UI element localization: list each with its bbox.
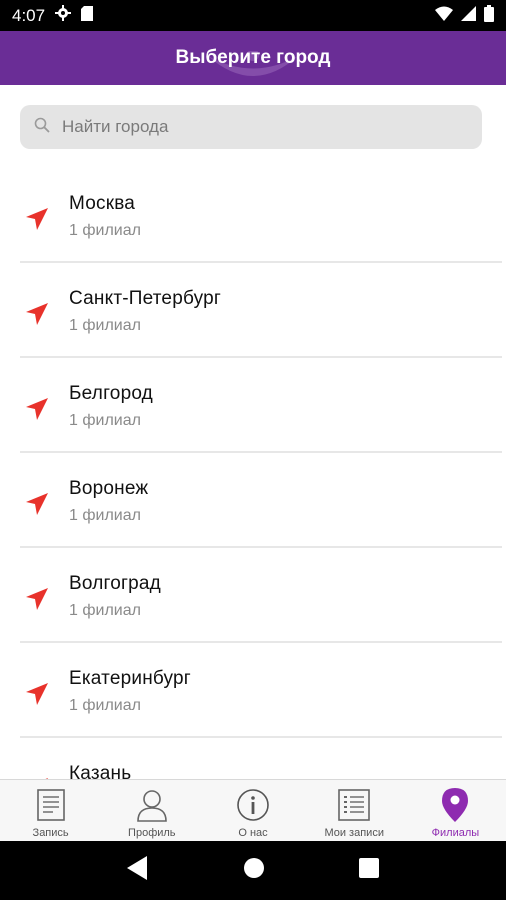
navigation-arrow-icon	[24, 586, 50, 617]
city-branch-count: 1 филиал	[69, 317, 141, 334]
tab-label: Филиалы	[431, 827, 480, 839]
status-bar: 4:07	[0, 0, 506, 31]
city-branch-count: 1 филиал	[69, 697, 141, 714]
city-name: Волгоград	[69, 573, 161, 594]
tab-label: Мои записи	[324, 827, 384, 839]
info-icon	[236, 787, 270, 823]
city-list: Москва 1 филиал Санкт-Петербург 1 филиал…	[0, 168, 506, 780]
city-branch-count: 1 филиал	[69, 602, 141, 619]
tab-label: О нас	[238, 827, 268, 839]
city-name: Санкт-Петербург	[69, 288, 222, 309]
city-branch-count: 1 филиал	[69, 412, 141, 429]
city-name: Казань	[69, 763, 132, 780]
city-branch-count: 1 филиал	[69, 222, 141, 239]
tab-label: Профиль	[128, 827, 176, 839]
list-item-city[interactable]: Белгород 1 филиал	[20, 358, 502, 453]
navigation-arrow-icon	[24, 681, 50, 712]
city-name: Воронеж	[69, 478, 149, 499]
tab-profile[interactable]: Профиль	[101, 780, 202, 841]
tab-label: Запись	[32, 827, 69, 839]
list-item-city[interactable]: Москва 1 филиал	[20, 168, 502, 263]
tab-branches[interactable]: Филиалы	[405, 780, 506, 841]
location-pin-icon	[441, 787, 469, 823]
home-icon[interactable]	[243, 857, 265, 884]
sd-card-icon	[81, 5, 94, 26]
status-time: 4:07	[12, 5, 46, 25]
city-name: Белгород	[69, 383, 153, 404]
list-item-city[interactable]: Казань	[20, 738, 502, 780]
navigation-arrow-icon	[24, 491, 50, 522]
city-name: Екатеринбург	[69, 668, 191, 689]
list-item-city[interactable]: Воронеж 1 филиал	[20, 453, 502, 548]
tab-my-bookings[interactable]: Мои записи	[304, 780, 405, 841]
search-box[interactable]	[20, 105, 482, 149]
app-header: Выберите город	[0, 31, 506, 85]
back-icon[interactable]	[127, 856, 149, 885]
list-item-city[interactable]: Екатеринбург 1 филиал	[20, 643, 502, 738]
list-icon	[337, 787, 371, 823]
signal-icon	[461, 5, 476, 26]
settings-icon	[55, 5, 72, 26]
tab-about[interactable]: О нас	[202, 780, 303, 841]
system-navigation-bar	[0, 841, 506, 900]
navigation-arrow-icon	[24, 396, 50, 427]
search-icon	[34, 117, 50, 138]
city-branch-count: 1 филиал	[69, 507, 141, 524]
recents-icon[interactable]	[359, 858, 379, 883]
bottom-navigation: Запись Профиль О нас Мои записи Филиалы	[0, 779, 506, 841]
city-name: Москва	[69, 193, 136, 214]
navigation-arrow-icon	[24, 206, 50, 237]
search-input[interactable]	[62, 117, 462, 137]
navigation-arrow-icon	[24, 301, 50, 332]
person-icon	[135, 787, 169, 823]
battery-icon	[484, 4, 494, 27]
tab-booking[interactable]: Запись	[0, 780, 101, 841]
document-icon	[34, 787, 68, 823]
page-title: Выберите город	[175, 47, 331, 68]
list-item-city[interactable]: Волгоград 1 филиал	[20, 548, 502, 643]
list-item-city[interactable]: Санкт-Петербург 1 филиал	[20, 263, 502, 358]
wifi-icon	[435, 6, 453, 26]
